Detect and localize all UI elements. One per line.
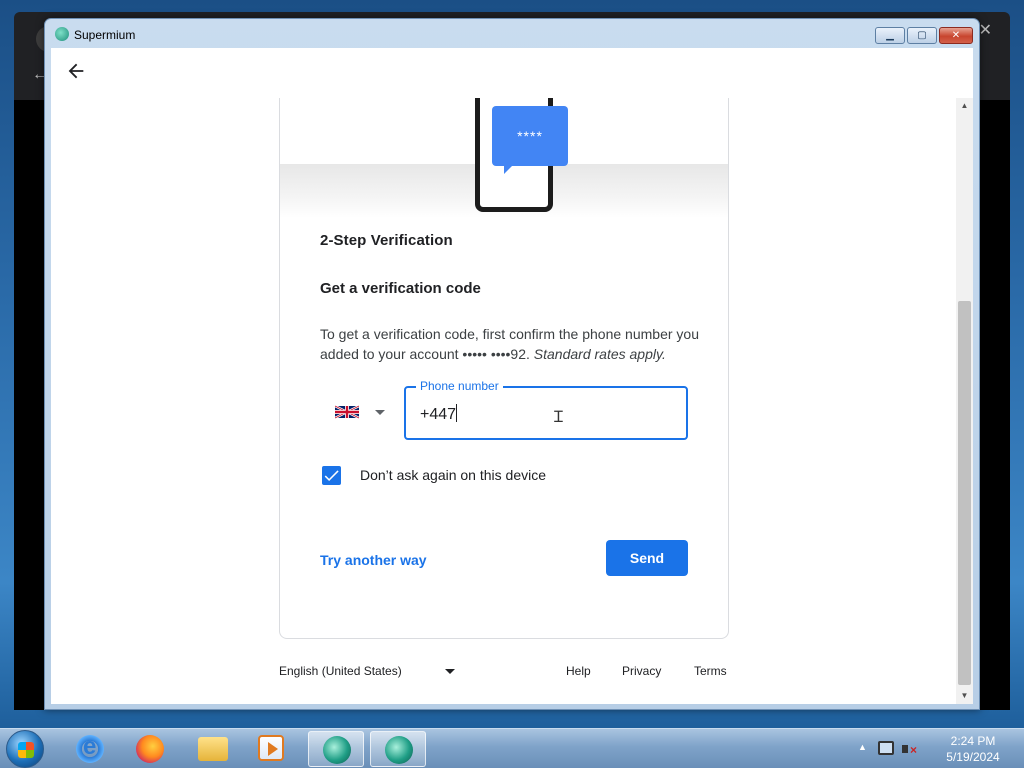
start-button[interactable] (6, 730, 44, 768)
show-hidden-icons-icon[interactable]: ▲ (858, 742, 867, 752)
try-another-way-link[interactable]: Try another way (320, 552, 427, 568)
code-bubble-icon: **** (492, 106, 568, 166)
taskbar-firefox[interactable] (122, 731, 178, 767)
checkmark-icon (324, 470, 339, 482)
language-selector[interactable]: English (United States) (279, 664, 402, 678)
terms-link[interactable]: Terms (694, 664, 727, 678)
bubble-tail (504, 164, 514, 174)
phone-number-label: Phone number (416, 379, 503, 393)
send-button[interactable]: Send (606, 540, 688, 576)
vertical-scrollbar[interactable]: ▲ ▼ (956, 98, 973, 704)
page-heading: Get a verification code (320, 280, 481, 297)
window-controls: ▁ ▢ ✕ (875, 27, 973, 44)
window-title: Supermium (74, 28, 136, 42)
clock-date: 5/19/2024 (946, 750, 1000, 764)
volume-muted-icon[interactable] (902, 741, 918, 757)
verification-card: **** 2-Step Verification Get a verificat… (279, 98, 729, 639)
description-emphasis: Standard rates apply. (533, 346, 666, 362)
supermium-app-icon (55, 27, 69, 41)
back-arrow-icon[interactable] (65, 60, 87, 82)
minimize-button[interactable]: ▁ (875, 27, 905, 44)
language-chevron-icon[interactable] (445, 669, 455, 674)
clock[interactable]: 2:24 PM 5/19/2024 (938, 733, 1008, 765)
country-selector[interactable] (335, 402, 395, 422)
help-link[interactable]: Help (566, 664, 591, 678)
taskbar-file-explorer[interactable] (184, 731, 240, 767)
mouse-ibeam-icon: Ɪ (554, 409, 563, 426)
taskbar-media-player[interactable] (244, 731, 300, 767)
phone-number-input[interactable]: +447 (420, 404, 458, 424)
privacy-link[interactable]: Privacy (622, 664, 661, 678)
network-icon[interactable] (878, 741, 894, 755)
text-cursor (456, 404, 458, 422)
scroll-up-icon[interactable]: ▲ (956, 98, 973, 114)
taskbar-internet-explorer[interactable] (62, 731, 118, 767)
windows-logo-icon (18, 742, 34, 758)
uk-flag-icon (335, 405, 359, 419)
folder-icon (198, 737, 228, 761)
background-close-icon[interactable]: ✕ (979, 20, 992, 40)
taskbar: ▲ 2:24 PM 5/19/2024 (0, 728, 1024, 768)
taskbar-supermium-profile[interactable] (308, 731, 364, 767)
media-player-icon (258, 735, 284, 761)
supermium-icon (385, 736, 413, 764)
chevron-down-icon (375, 410, 385, 415)
description: To get a verification code, first confir… (320, 324, 700, 364)
close-button[interactable]: ✕ (939, 27, 973, 44)
dont-ask-again-checkbox[interactable] (322, 466, 341, 485)
maximize-button[interactable]: ▢ (907, 27, 937, 44)
scroll-down-icon[interactable]: ▼ (956, 688, 973, 704)
title-bar[interactable]: Supermium ▁ ▢ ✕ (45, 19, 979, 49)
phone-number-value: +447 (420, 406, 457, 423)
step-title: 2-Step Verification (320, 232, 453, 249)
page-footer: English (United States) Help Privacy Ter… (279, 664, 729, 684)
taskbar-supermium[interactable] (370, 731, 426, 767)
firefox-icon (136, 735, 164, 763)
phone-number-field[interactable]: Phone number +447 Ɪ (404, 379, 688, 440)
supermium-profile-icon (323, 736, 351, 764)
page-content: **** 2-Step Verification Get a verificat… (51, 48, 973, 704)
scrollbar-thumb[interactable] (958, 301, 971, 685)
internet-explorer-icon (76, 733, 104, 763)
system-tray: ▲ 2:24 PM 5/19/2024 (854, 729, 1024, 768)
dont-ask-again-label[interactable]: Don’t ask again on this device (360, 467, 546, 483)
browser-window: Supermium ▁ ▢ ✕ **** 2-Step Verification… (44, 18, 980, 710)
phone-illustration: **** (280, 98, 728, 218)
clock-time: 2:24 PM (950, 734, 996, 748)
